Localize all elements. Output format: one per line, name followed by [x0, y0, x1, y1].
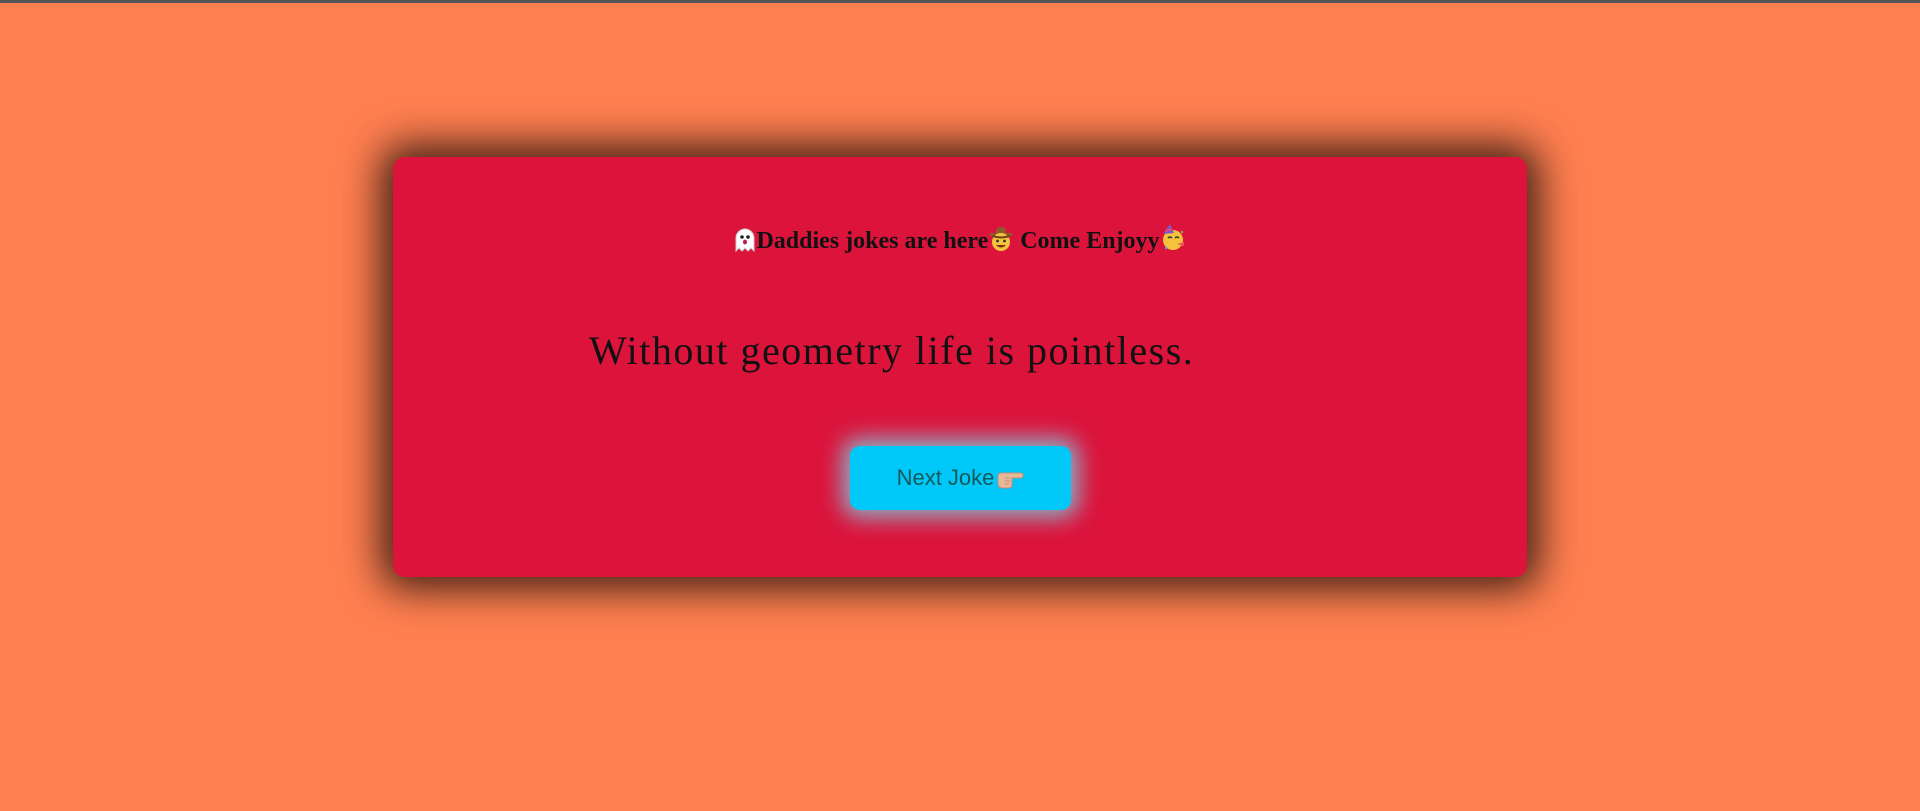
page-title: Daddies jokes are here Come Enjoyy	[0, 224, 1920, 255]
title-part-2: Come Enjoyy	[1014, 228, 1160, 254]
ghost-icon	[734, 227, 756, 253]
partying-face-icon	[1160, 224, 1186, 252]
cowboy-face-icon	[988, 226, 1014, 252]
title-part-1: Daddies jokes are here	[756, 228, 989, 254]
next-joke-label: Next Joke	[896, 465, 995, 490]
pointing-right-icon	[996, 467, 1024, 489]
window-top-border	[0, 0, 1920, 3]
next-joke-button[interactable]: Next Joke	[850, 446, 1071, 510]
joke-text: Without geometry life is pointless.	[589, 328, 1195, 373]
